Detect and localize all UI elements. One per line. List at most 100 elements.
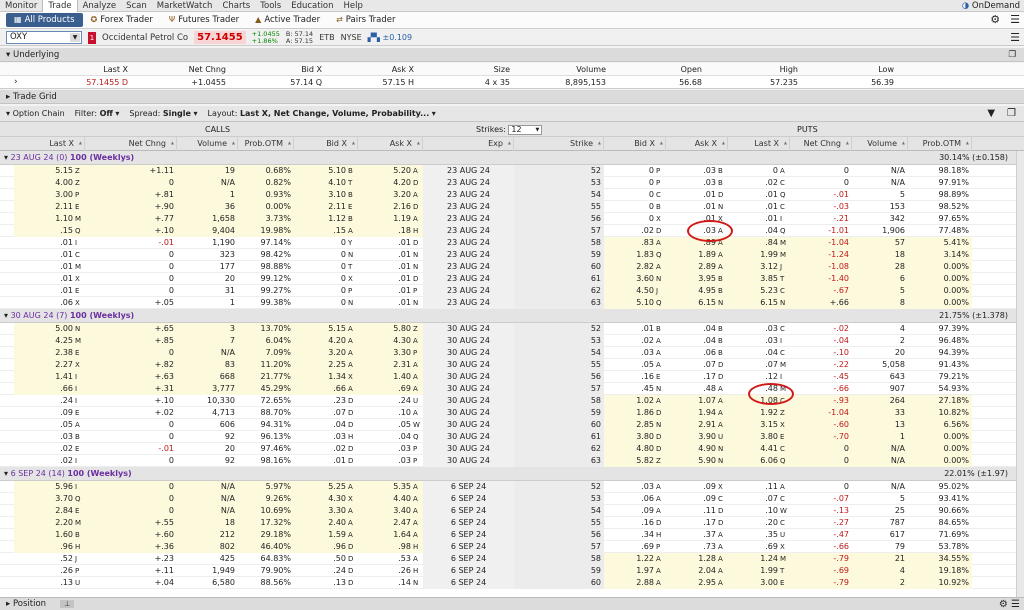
- column-header[interactable]: Last X: [14, 136, 85, 151]
- option-row[interactable]: .01 E 0 31 99.27% 0 P .01 P 23 AUG 24 62 4.50 J 4.95 B…: [0, 285, 1016, 297]
- option-cell[interactable]: 1.92 Z: [728, 407, 790, 419]
- option-cell[interactable]: N/A: [177, 505, 238, 517]
- option-cell[interactable]: -.60: [790, 419, 852, 431]
- option-cell[interactable]: -.47: [790, 529, 852, 541]
- option-cell[interactable]: 1,190: [177, 237, 238, 249]
- option-cell[interactable]: .23 D: [294, 395, 358, 407]
- option-cell[interactable]: 6 SEP 24: [423, 493, 514, 505]
- expiration-group-header[interactable]: ▾ 23 AUG 24 (0) 100 (Weeklys) 30.14% (±0.…: [0, 151, 1016, 165]
- option-cell[interactable]: 98.52%: [908, 201, 972, 213]
- option-cell[interactable]: .16 E: [604, 371, 666, 383]
- option-row[interactable]: .15 Q +.10 9,404 19.98% .15 A .18 H 23 AUG 24 57.0…: [0, 225, 1016, 237]
- option-cell[interactable]: 61: [514, 431, 604, 443]
- option-cell[interactable]: .01 N: [358, 261, 423, 273]
- option-cell[interactable]: .02 A: [604, 335, 666, 347]
- column-header[interactable]: Ask X: [666, 136, 728, 151]
- option-cell[interactable]: 19.18%: [908, 565, 972, 577]
- option-cell[interactable]: 2.40 A: [294, 517, 358, 529]
- option-cell[interactable]: -.27: [790, 517, 852, 529]
- option-cell[interactable]: .15 Q: [14, 225, 85, 237]
- option-cell[interactable]: .37 A: [666, 529, 728, 541]
- option-cell[interactable]: +.31: [85, 383, 177, 395]
- option-cell[interactable]: 4.40 A: [358, 493, 423, 505]
- option-cell[interactable]: 606: [177, 419, 238, 431]
- option-cell[interactable]: 0: [85, 481, 177, 493]
- option-cell[interactable]: .01 E: [14, 285, 85, 297]
- option-cell[interactable]: 4: [852, 565, 908, 577]
- option-cell[interactable]: .11 D: [666, 505, 728, 517]
- option-cell[interactable]: 0N: [294, 249, 358, 261]
- option-cell[interactable]: 29.18%: [238, 529, 294, 541]
- option-cell[interactable]: .17 D: [666, 517, 728, 529]
- spread-control[interactable]: Spread: Single ▾: [129, 106, 197, 121]
- option-cell[interactable]: 4.10 T: [294, 177, 358, 189]
- option-cell[interactable]: 53: [514, 493, 604, 505]
- option-cell[interactable]: 30 AUG 24: [423, 347, 514, 359]
- option-cell[interactable]: N/A: [177, 347, 238, 359]
- option-cell[interactable]: 98.16%: [238, 455, 294, 467]
- option-cell[interactable]: .04 Q: [728, 225, 790, 237]
- menu-charts[interactable]: Charts: [217, 0, 255, 12]
- column-header[interactable]: Prob.OTM: [908, 136, 972, 151]
- strikes-select[interactable]: 12 ▼: [508, 124, 543, 135]
- option-cell[interactable]: 4,713: [177, 407, 238, 419]
- option-cell[interactable]: .16 D: [604, 517, 666, 529]
- option-cell[interactable]: -1.04: [790, 237, 852, 249]
- option-cell[interactable]: N/A: [177, 493, 238, 505]
- option-cell[interactable]: 98.42%: [238, 249, 294, 261]
- option-cell[interactable]: 1.86 D: [604, 407, 666, 419]
- option-row[interactable]: .66 I +.31 3,777 45.29% .66 A .69 A 30 AUG 24 57.4…: [0, 383, 1016, 395]
- option-cell[interactable]: 92: [177, 455, 238, 467]
- option-cell[interactable]: 0: [85, 493, 177, 505]
- option-row[interactable]: .52 J +.23 425 64.83% .50 D .53 A 6 SEP 24 58 1.22 A…: [0, 553, 1016, 565]
- option-cell[interactable]: 97.46%: [238, 443, 294, 455]
- option-cell[interactable]: +.23: [85, 553, 177, 565]
- option-cell[interactable]: 6,580: [177, 577, 238, 589]
- option-cell[interactable]: 6.06 Q: [728, 455, 790, 467]
- option-cell[interactable]: 60: [514, 261, 604, 273]
- option-cell[interactable]: 20: [177, 443, 238, 455]
- option-cell[interactable]: 59: [514, 565, 604, 577]
- option-cell[interactable]: 1.40 A: [358, 371, 423, 383]
- option-cell[interactable]: .01 X: [14, 273, 85, 285]
- option-cell[interactable]: .03 B: [666, 177, 728, 189]
- option-cell[interactable]: 0.00%: [908, 455, 972, 467]
- option-cell[interactable]: 6.04%: [238, 335, 294, 347]
- option-cell[interactable]: 30 AUG 24: [423, 455, 514, 467]
- option-cell[interactable]: 2.47 A: [358, 517, 423, 529]
- option-cell[interactable]: .01 D: [294, 455, 358, 467]
- option-cell[interactable]: 3.15 X: [728, 419, 790, 431]
- option-cell[interactable]: 53.78%: [908, 541, 972, 553]
- option-cell[interactable]: 3.73%: [238, 213, 294, 225]
- option-cell[interactable]: 63: [514, 455, 604, 467]
- option-row[interactable]: 3.70 Q 0 N/A 9.26% 4.30 X 4.40 A 6 SEP 24 53.06 A .0…: [0, 493, 1016, 505]
- menu-analyze[interactable]: Analyze: [78, 0, 122, 12]
- option-cell[interactable]: 1.99 M: [728, 249, 790, 261]
- option-cell[interactable]: 4: [852, 323, 908, 335]
- option-cell[interactable]: 23 AUG 24: [423, 177, 514, 189]
- option-cell[interactable]: 13: [852, 419, 908, 431]
- option-cell[interactable]: 1,906: [852, 225, 908, 237]
- option-cell[interactable]: 54.93%: [908, 383, 972, 395]
- option-cell[interactable]: 4.90 N: [666, 443, 728, 455]
- option-cell[interactable]: 79.21%: [908, 371, 972, 383]
- collapse-icon[interactable]: ▾: [6, 50, 13, 60]
- option-row[interactable]: 2.38 E 0 N/A 7.09% 3.20 A 3.30 P 30 AUG 24 54.03 A.…: [0, 347, 1016, 359]
- option-cell[interactable]: 88.56%: [238, 577, 294, 589]
- option-cell[interactable]: 3.14%: [908, 249, 972, 261]
- option-cell[interactable]: .66 I: [14, 383, 85, 395]
- option-cell[interactable]: 3.80 E: [728, 431, 790, 443]
- menu-icon[interactable]: ☰: [1010, 31, 1020, 44]
- option-cell[interactable]: 58: [514, 237, 604, 249]
- option-cell[interactable]: 0: [85, 249, 177, 261]
- column-header[interactable]: Volume: [177, 136, 238, 151]
- option-cell[interactable]: .84 M: [728, 237, 790, 249]
- option-cell[interactable]: -1.04: [790, 407, 852, 419]
- option-cell[interactable]: .03 A: [604, 347, 666, 359]
- option-cell[interactable]: 30 AUG 24: [423, 335, 514, 347]
- option-cell[interactable]: 4.00 Z: [14, 177, 85, 189]
- option-cell[interactable]: 23 AUG 24: [423, 213, 514, 225]
- option-cell[interactable]: .13 U: [14, 577, 85, 589]
- option-cell[interactable]: 2.95 A: [666, 577, 728, 589]
- option-cell[interactable]: N/A: [177, 177, 238, 189]
